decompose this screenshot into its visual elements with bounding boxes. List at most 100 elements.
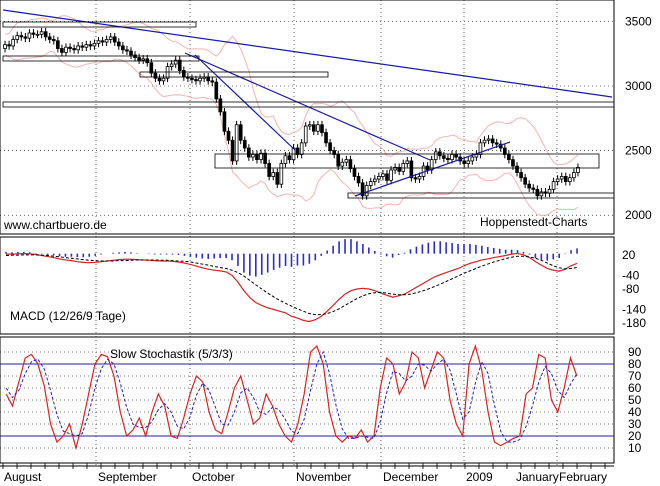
candle — [563, 176, 568, 183]
candle — [409, 160, 414, 179]
candle — [466, 160, 471, 164]
candle — [442, 155, 446, 159]
candle — [108, 36, 113, 40]
candle — [255, 154, 259, 161]
candle — [194, 79, 198, 82]
candle — [47, 36, 52, 40]
candle — [238, 124, 243, 141]
candle — [523, 177, 527, 185]
candle — [377, 176, 381, 180]
candle — [356, 176, 361, 184]
candle — [137, 57, 141, 61]
candle — [531, 187, 536, 190]
candle — [157, 77, 162, 82]
candle — [462, 160, 467, 164]
candle — [104, 39, 109, 43]
stochastic-tick-label: 40 — [628, 405, 642, 419]
candle — [267, 163, 271, 177]
candle — [141, 58, 146, 61]
stochastic-tick-label: 80 — [628, 357, 642, 371]
month-label: 2009 — [466, 470, 493, 484]
candle — [417, 176, 422, 180]
macd-tick-label: 20 — [622, 248, 636, 262]
candle — [328, 142, 332, 151]
candle — [68, 46, 72, 49]
candle — [27, 32, 32, 39]
candle — [116, 41, 121, 47]
candle — [555, 178, 560, 183]
candle — [64, 46, 68, 53]
stochastic-label: Slow Stochastik (5/3/3) — [110, 347, 233, 361]
candle — [96, 40, 101, 44]
candle — [519, 172, 523, 179]
candle — [372, 178, 377, 183]
candle — [572, 172, 576, 179]
candle — [490, 138, 495, 144]
candle — [494, 142, 499, 145]
candle — [503, 147, 507, 155]
candle — [198, 77, 202, 82]
candle — [287, 155, 292, 161]
candle — [320, 124, 324, 133]
candle — [88, 44, 93, 47]
candle — [275, 172, 280, 185]
candle — [539, 191, 544, 197]
candle — [234, 124, 239, 162]
candle — [112, 36, 117, 43]
macd-tick-label: -180 — [622, 316, 646, 330]
stochastic-tick-label: 70 — [628, 369, 642, 383]
candle — [149, 62, 154, 74]
candle — [454, 154, 458, 158]
candle — [11, 39, 15, 47]
candle — [72, 48, 76, 51]
macd-label: MACD (12/26/9 Tage) — [10, 309, 126, 323]
candle — [299, 142, 304, 155]
candle — [39, 31, 44, 35]
candle — [515, 165, 519, 173]
candle — [125, 49, 129, 52]
price-tick-label: 2000 — [625, 208, 652, 222]
candle — [190, 77, 194, 80]
candle — [364, 185, 369, 197]
candle — [169, 63, 174, 68]
candle — [218, 98, 223, 113]
candle — [181, 70, 186, 78]
candle — [129, 50, 133, 56]
candle — [352, 168, 357, 177]
candle — [551, 181, 556, 190]
candle — [165, 66, 170, 79]
candle — [307, 124, 312, 127]
candle — [23, 36, 28, 39]
candle — [389, 169, 393, 181]
candle — [535, 188, 540, 197]
candle — [279, 163, 284, 185]
stochastic-tick-label: 30 — [628, 417, 642, 431]
macd-tick-label: -140 — [622, 303, 646, 317]
candle — [206, 76, 211, 82]
stochastic-tick-label: 10 — [628, 441, 642, 455]
price-tick-label: 3000 — [625, 79, 652, 93]
candle — [242, 139, 247, 149]
candle — [222, 111, 227, 132]
candle — [84, 44, 89, 48]
candle — [340, 161, 345, 167]
candle — [413, 177, 418, 180]
candle — [56, 40, 60, 49]
price-tick-label: 3500 — [625, 14, 652, 28]
candle — [51, 39, 56, 42]
candle — [405, 160, 410, 164]
candle — [527, 183, 532, 189]
candle — [568, 177, 572, 183]
candle — [92, 42, 97, 47]
candle — [153, 72, 158, 79]
candle — [161, 77, 166, 82]
month-label: October — [192, 470, 235, 484]
candle — [226, 130, 231, 141]
watermark-left: www.chartbuero.de — [3, 218, 107, 232]
candle — [7, 44, 11, 47]
candle — [303, 125, 308, 144]
candle — [446, 157, 450, 161]
candle — [368, 181, 373, 186]
candle — [15, 35, 20, 40]
candle — [60, 48, 64, 53]
